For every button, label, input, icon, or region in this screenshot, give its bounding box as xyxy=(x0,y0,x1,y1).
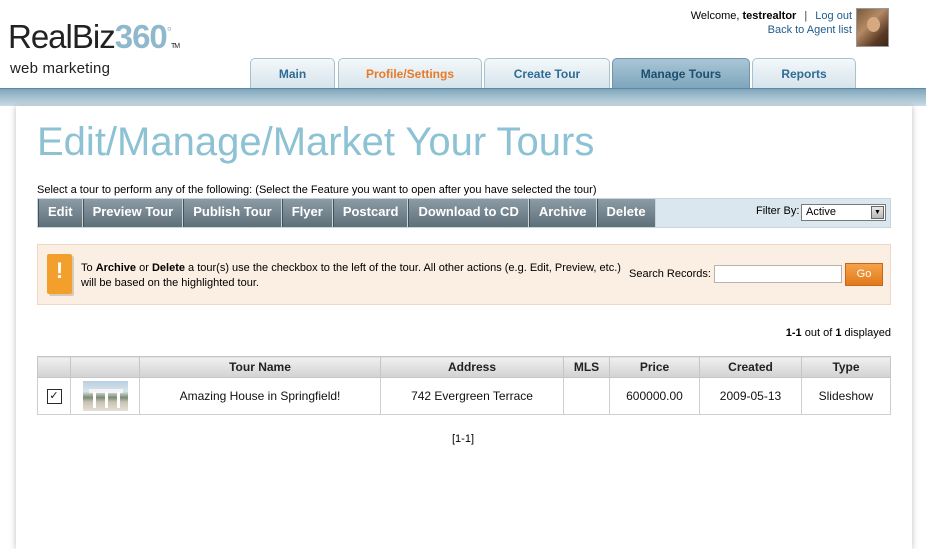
count-range: 1-1 xyxy=(785,327,802,339)
nav-band xyxy=(0,88,926,106)
archive-button[interactable]: Archive xyxy=(528,199,597,227)
tab-profile-settings[interactable]: Profile/Settings xyxy=(338,58,482,88)
tour-thumbnail xyxy=(82,381,128,411)
postcard-button[interactable]: Postcard xyxy=(332,199,409,227)
filter-label: Filter By: xyxy=(756,205,800,217)
mls-cell xyxy=(563,377,610,415)
count-mid: out of xyxy=(801,327,836,339)
notice-archive: Archive xyxy=(95,262,137,274)
row-checkbox[interactable]: ✓ xyxy=(46,389,62,404)
delete-button[interactable]: Delete xyxy=(596,199,656,227)
search-label: Search Records: xyxy=(629,268,711,280)
thumb-column xyxy=(116,392,120,408)
notice-text: To Archive or Delete a tour(s) use the c… xyxy=(81,261,631,291)
username: testrealtor xyxy=(742,10,797,22)
download-to-cd-button[interactable]: Download to CD xyxy=(408,199,529,227)
filter-value: Active xyxy=(806,206,836,218)
alert-icon: ! xyxy=(47,254,72,294)
header-thumbnail xyxy=(70,356,140,378)
logo-wordmark: RealBiz360° TM xyxy=(8,14,180,65)
edit-button[interactable]: Edit xyxy=(38,199,83,227)
notice-delete: Delete xyxy=(151,262,185,274)
search-input[interactable] xyxy=(714,265,842,283)
page-title: Edit/Manage/Market Your Tours xyxy=(37,120,595,164)
logo-tm: TM xyxy=(170,43,180,50)
instructions-text: Select a tour to perform any of the foll… xyxy=(37,184,597,196)
type-cell: Slideshow xyxy=(801,377,891,415)
welcome-text: Welcome, xyxy=(690,10,740,22)
count-suffix: displayed xyxy=(841,327,892,339)
price-cell: 600000.00 xyxy=(609,377,700,415)
record-count: 1-1 out of 1 displayed xyxy=(786,327,891,339)
tab-create-tour[interactable]: Create Tour xyxy=(484,58,610,88)
realbiz360-logo[interactable]: RealBiz360°TM web marketing xyxy=(8,14,180,78)
logo-brand-text: RealBiz xyxy=(8,18,116,55)
content-panel xyxy=(16,106,912,549)
thumbnail-cell xyxy=(70,377,140,415)
tours-table: Tour Name Address MLS Price Created Type… xyxy=(37,356,891,415)
header-tour-name[interactable]: Tour Name xyxy=(139,356,381,378)
table-row[interactable]: ✓ Amazing House in Springfield! 742 Ever… xyxy=(37,377,891,415)
user-avatar xyxy=(856,8,889,47)
tab-main[interactable]: Main xyxy=(250,58,335,88)
tab-reports[interactable]: Reports xyxy=(752,58,856,88)
user-box: Welcome, testrealtor | Log out Back to A… xyxy=(691,9,852,37)
avatar-face xyxy=(867,17,880,32)
user-line: Welcome, testrealtor | Log out xyxy=(691,9,852,23)
notice-mid: or xyxy=(136,262,152,274)
created-cell: 2009-05-13 xyxy=(699,377,802,415)
publish-tour-button[interactable]: Publish Tour xyxy=(183,199,282,227)
filter-select[interactable]: Active ▼ xyxy=(801,204,886,221)
pagination[interactable]: [1-1] xyxy=(0,433,926,445)
preview-tour-button[interactable]: Preview Tour xyxy=(82,199,184,227)
header-price[interactable]: Price xyxy=(609,356,700,378)
notice-box: ! To Archive or Delete a tour(s) use the… xyxy=(37,244,891,305)
logo-degree: ° xyxy=(166,24,172,39)
back-to-agent-list-link[interactable]: Back to Agent list xyxy=(768,24,852,36)
header-type[interactable]: Type xyxy=(801,356,891,378)
header-select xyxy=(37,356,71,378)
action-toolbar: Edit Preview Tour Publish Tour Flyer Pos… xyxy=(37,198,891,228)
table-header-row: Tour Name Address MLS Price Created Type xyxy=(37,356,891,378)
header-mls[interactable]: MLS xyxy=(563,356,610,378)
separator: | xyxy=(804,10,808,22)
action-buttons: Edit Preview Tour Publish Tour Flyer Pos… xyxy=(38,199,656,227)
flyer-button[interactable]: Flyer xyxy=(281,199,333,227)
logo-360-text: 360 xyxy=(114,18,168,55)
select-cell: ✓ xyxy=(37,377,71,415)
chevron-down-icon[interactable]: ▼ xyxy=(871,206,884,219)
notice-pre: To xyxy=(81,262,96,274)
address-cell: 742 Evergreen Terrace xyxy=(380,377,564,415)
logout-link[interactable]: Log out xyxy=(815,10,852,22)
thumb-column xyxy=(92,392,96,408)
go-button[interactable]: Go xyxy=(845,263,883,286)
tour-name-cell: Amazing House in Springfield! xyxy=(139,377,381,415)
header-created[interactable]: Created xyxy=(699,356,802,378)
tab-manage-tours[interactable]: Manage Tours xyxy=(612,58,750,88)
thumb-column xyxy=(104,392,108,408)
header-address[interactable]: Address xyxy=(380,356,564,378)
